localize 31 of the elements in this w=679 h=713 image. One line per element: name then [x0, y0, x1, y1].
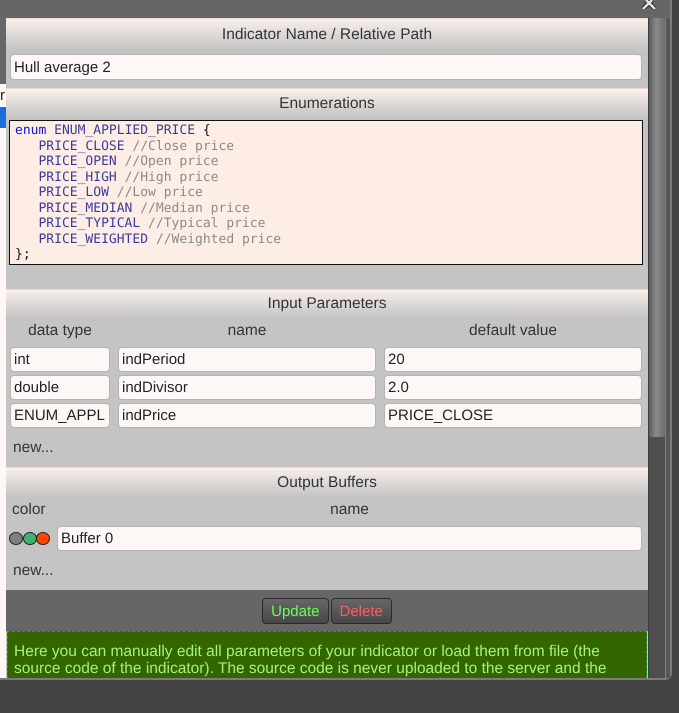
section-title: Output Buffers	[277, 474, 377, 492]
section-title: Indicator Name / Relative Path	[222, 26, 432, 44]
background-text: r	[0, 86, 6, 106]
name-field[interactable]: indPrice	[118, 403, 376, 428]
column-header: name	[228, 322, 266, 340]
type-field[interactable]: int	[10, 347, 110, 372]
value-field[interactable]: PRICE_CLOSE	[384, 403, 642, 428]
update-button[interactable]: Update	[262, 598, 328, 624]
add-new-link[interactable]: new...	[13, 439, 54, 457]
code-editor[interactable]: enum ENUM_APPLIED_PRICE { PRICE_CLOSE //Close price PRICE_OPEN //Open price PRICE_HIGH //High price PRICE_LOW //Low price PRICE_MEDIAN //Median price PRICE_TYPICAL //Typical price PRICE_WEIGHTED //Weighted price };	[9, 120, 643, 265]
buffer-name-field[interactable]: Buffer 0	[57, 526, 642, 551]
column-header: default value	[469, 322, 557, 340]
column-header: color	[11, 501, 46, 519]
color-swatch-icon[interactable]	[22, 532, 36, 545]
help-text: Here you can manually edit all parameters of your indicator or load them from file (the source code of the indicator). The source code is never uploaded to the server and the	[14, 643, 608, 677]
type-field[interactable]: double	[10, 375, 110, 400]
column-header: name	[330, 501, 369, 519]
color-swatch-icon[interactable]	[9, 532, 23, 545]
color-swatch-icon[interactable]	[36, 532, 50, 545]
type-field[interactable]: ENUM_APPL	[10, 403, 110, 428]
value-field[interactable]: 20	[384, 347, 642, 372]
selection-bar	[0, 107, 6, 128]
scrollbar-thumb[interactable]	[649, 18, 665, 437]
column-header: data type	[28, 322, 92, 340]
section-title: Input Parameters	[268, 295, 386, 313]
name-field[interactable]: indDivisor	[118, 375, 376, 400]
value-field[interactable]: 2.0	[384, 375, 642, 400]
section-title: Enumerations	[279, 94, 375, 112]
name-field[interactable]: Hull average 2	[10, 54, 642, 80]
name-field[interactable]: indPeriod	[118, 347, 376, 372]
add-new-link[interactable]: new...	[13, 562, 54, 580]
